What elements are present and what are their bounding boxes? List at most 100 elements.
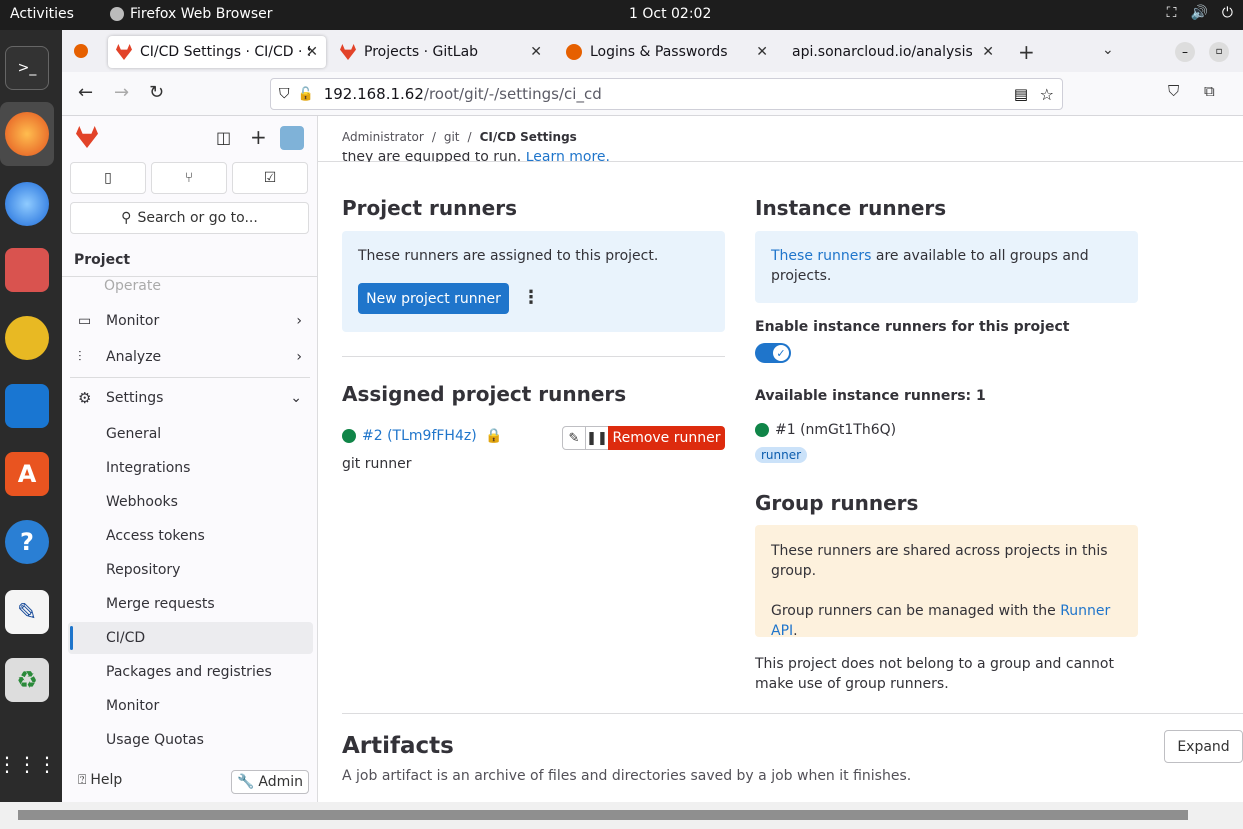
sidebar-subitem-webhooks[interactable]: Webhooks	[106, 494, 178, 510]
breadcrumb: Administrator / git / CI/CD Settings	[342, 130, 577, 144]
learn-more-link[interactable]: Learn more.	[526, 152, 610, 162]
sidebar-subitem-packages[interactable]: Packages and registries	[106, 664, 272, 680]
pause-icon[interactable]: ❚❚	[585, 426, 609, 450]
forward-arrow-icon[interactable]: →	[114, 82, 129, 103]
sidebar-item-monitor[interactable]: ▭ Monitor ›	[62, 304, 318, 338]
pocket-icon[interactable]: ⛉	[1168, 82, 1179, 100]
text-editor-icon[interactable]: ✎	[5, 590, 49, 634]
maximize-button[interactable]: ▫	[1209, 42, 1229, 62]
sidebar-subitem-usage-quotas[interactable]: Usage Quotas	[106, 732, 204, 748]
artifacts-description: A job artifact is an archive of files an…	[342, 768, 912, 784]
close-icon[interactable]: ✕	[530, 44, 542, 60]
new-tab-button[interactable]: +	[1018, 40, 1035, 64]
help-button[interactable]: ⍰ Help	[78, 772, 122, 788]
thunderbird-icon[interactable]	[5, 182, 49, 226]
sidebar-subitem-general[interactable]: General	[106, 426, 161, 442]
issues-button[interactable]: ▯	[70, 162, 146, 194]
online-status-icon	[755, 423, 769, 437]
breadcrumb-git[interactable]: git	[444, 130, 460, 144]
sidebar-item-settings[interactable]: ⚙ Settings ⌄	[62, 381, 318, 415]
url-bar[interactable]: ⛉ 🔓 192.168.1.62/root/git/-/settings/ci_…	[270, 78, 1063, 110]
search-input[interactable]: ⚲ Search or go to...	[70, 202, 309, 234]
create-new-plus-icon[interactable]: +	[250, 125, 267, 149]
instance-runners-heading: Instance runners	[755, 196, 947, 220]
help-icon: ⍰	[78, 772, 87, 788]
sidebar-subitem-merge-requests[interactable]: Merge requests	[106, 596, 215, 612]
sidebar-item-operate[interactable]: Operate	[62, 277, 318, 295]
app-menu[interactable]: Firefox Web Browser	[110, 6, 273, 22]
gitlab-sidebar: ◫ + ▯ ⑂ ☑ ⚲ Search or go to... Project O…	[62, 116, 318, 802]
tab-cicd-settings[interactable]: CI/CD Settings · CI/CD · Se ✕	[108, 36, 326, 68]
lock-icon[interactable]: 🔓	[298, 87, 314, 102]
these-runners-link[interactable]: These runners	[771, 248, 871, 264]
enable-instance-runners-toggle[interactable]: ✓	[755, 343, 791, 363]
reload-icon[interactable]: ↻	[149, 82, 164, 103]
firefox-view-icon[interactable]	[74, 44, 88, 58]
sidebar-section-project[interactable]: Project	[62, 243, 318, 277]
sidebar-subitem-integrations[interactable]: Integrations	[106, 460, 190, 476]
rhythmbox-icon[interactable]	[5, 316, 49, 360]
merge-requests-button[interactable]: ⑂	[151, 162, 227, 194]
chevron-right-icon: ›	[296, 349, 302, 365]
breadcrumb-administrator[interactable]: Administrator	[342, 130, 424, 144]
runner-link[interactable]: #2 (TLm9fFH4z)	[362, 428, 477, 444]
breadcrumb-separator: /	[431, 130, 436, 144]
active-indicator	[70, 626, 73, 650]
tab-list-chevron-down-icon[interactable]: ⌄	[1102, 42, 1114, 58]
terminal-icon[interactable]: >_	[5, 46, 49, 90]
main-content: Administrator / git / CI/CD Settings the…	[318, 116, 1243, 802]
project-runners-info: These runners are assigned to this proje…	[358, 248, 659, 264]
back-arrow-icon[interactable]: ←	[78, 82, 93, 103]
clock[interactable]: 1 Oct 02:02	[629, 6, 711, 22]
help-icon[interactable]: ?	[5, 520, 49, 564]
breadcrumb-current[interactable]: CI/CD Settings	[480, 130, 577, 144]
extensions-icon[interactable]: ⧉	[1204, 82, 1215, 100]
expand-artifacts-button[interactable]: Expand	[1164, 730, 1243, 763]
runner-tag-badge: runner	[755, 447, 808, 463]
close-icon[interactable]: ✕	[756, 44, 768, 60]
edit-pencil-icon[interactable]: ✎	[562, 426, 586, 450]
sidebar-subitem-access-tokens[interactable]: Access tokens	[106, 528, 205, 544]
trash-icon[interactable]: ♻	[5, 658, 49, 702]
horizontal-scrollbar[interactable]	[0, 802, 1243, 829]
bookmark-star-icon[interactable]: ☆	[1040, 85, 1054, 104]
sidebar-subitem-repository[interactable]: Repository	[106, 562, 180, 578]
app-grid-icon[interactable]: ⋮⋮⋮	[0, 742, 57, 786]
software-center-icon[interactable]: A	[5, 452, 49, 496]
url-host: 192.168.1.62	[323, 85, 424, 103]
gitlab-logo-icon[interactable]	[76, 126, 98, 148]
scrollbar-thumb[interactable]	[18, 810, 1188, 820]
shield-icon[interactable]: ⛉	[279, 86, 290, 102]
tab-projects[interactable]: Projects · GitLab ✕	[332, 36, 550, 68]
power-icon: ⏻	[1221, 5, 1233, 21]
more-actions-kebab-icon[interactable]: ⋮	[522, 287, 540, 308]
tab-logins[interactable]: Logins & Passwords ✕	[558, 36, 776, 68]
instance-runners-info-box: These runners are available to all group…	[755, 231, 1138, 303]
remove-runner-button[interactable]: Remove runner	[608, 426, 725, 450]
browser-navbar: ← → ↻ ⛉ 🔓 192.168.1.62/root/git/-/settin…	[62, 72, 1243, 116]
files-icon[interactable]	[5, 248, 49, 292]
activities-button[interactable]: Activities	[10, 6, 74, 22]
firefox-icon[interactable]	[5, 112, 49, 156]
runner-description: git runner	[342, 456, 412, 472]
new-project-runner-button[interactable]: New project runner	[358, 283, 509, 314]
close-icon[interactable]: ✕	[306, 44, 318, 60]
sidebar-toggle-icon[interactable]: ◫	[216, 128, 231, 147]
close-icon[interactable]: ✕	[982, 44, 994, 60]
monitor-icon: ▭	[78, 313, 92, 329]
minimize-button[interactable]: –	[1175, 42, 1195, 62]
system-tray[interactable]: ⛶ 🔊 ⏻	[1167, 5, 1233, 21]
avatar[interactable]	[280, 126, 304, 150]
sidebar-subitem-monitor[interactable]: Monitor	[106, 698, 159, 714]
admin-button[interactable]: 🔧 Admin	[231, 770, 309, 794]
sidebar-item-analyze[interactable]: ⫶ Analyze ›	[62, 340, 318, 374]
assigned-runners-heading: Assigned project runners	[342, 382, 627, 406]
tab-sonarcloud[interactable]: api.sonarcloud.io/analysis/jr ✕	[784, 36, 1002, 68]
reader-view-icon[interactable]: ▤	[1014, 85, 1028, 103]
analyze-chart-icon: ⫶	[78, 349, 82, 365]
writer-icon[interactable]	[5, 384, 49, 428]
todo-button[interactable]: ☑	[232, 162, 308, 194]
chevron-right-icon: ›	[296, 313, 302, 329]
gear-icon: ⚙	[78, 389, 92, 407]
sidebar-subitem-cicd[interactable]: CI/CD	[106, 630, 145, 646]
